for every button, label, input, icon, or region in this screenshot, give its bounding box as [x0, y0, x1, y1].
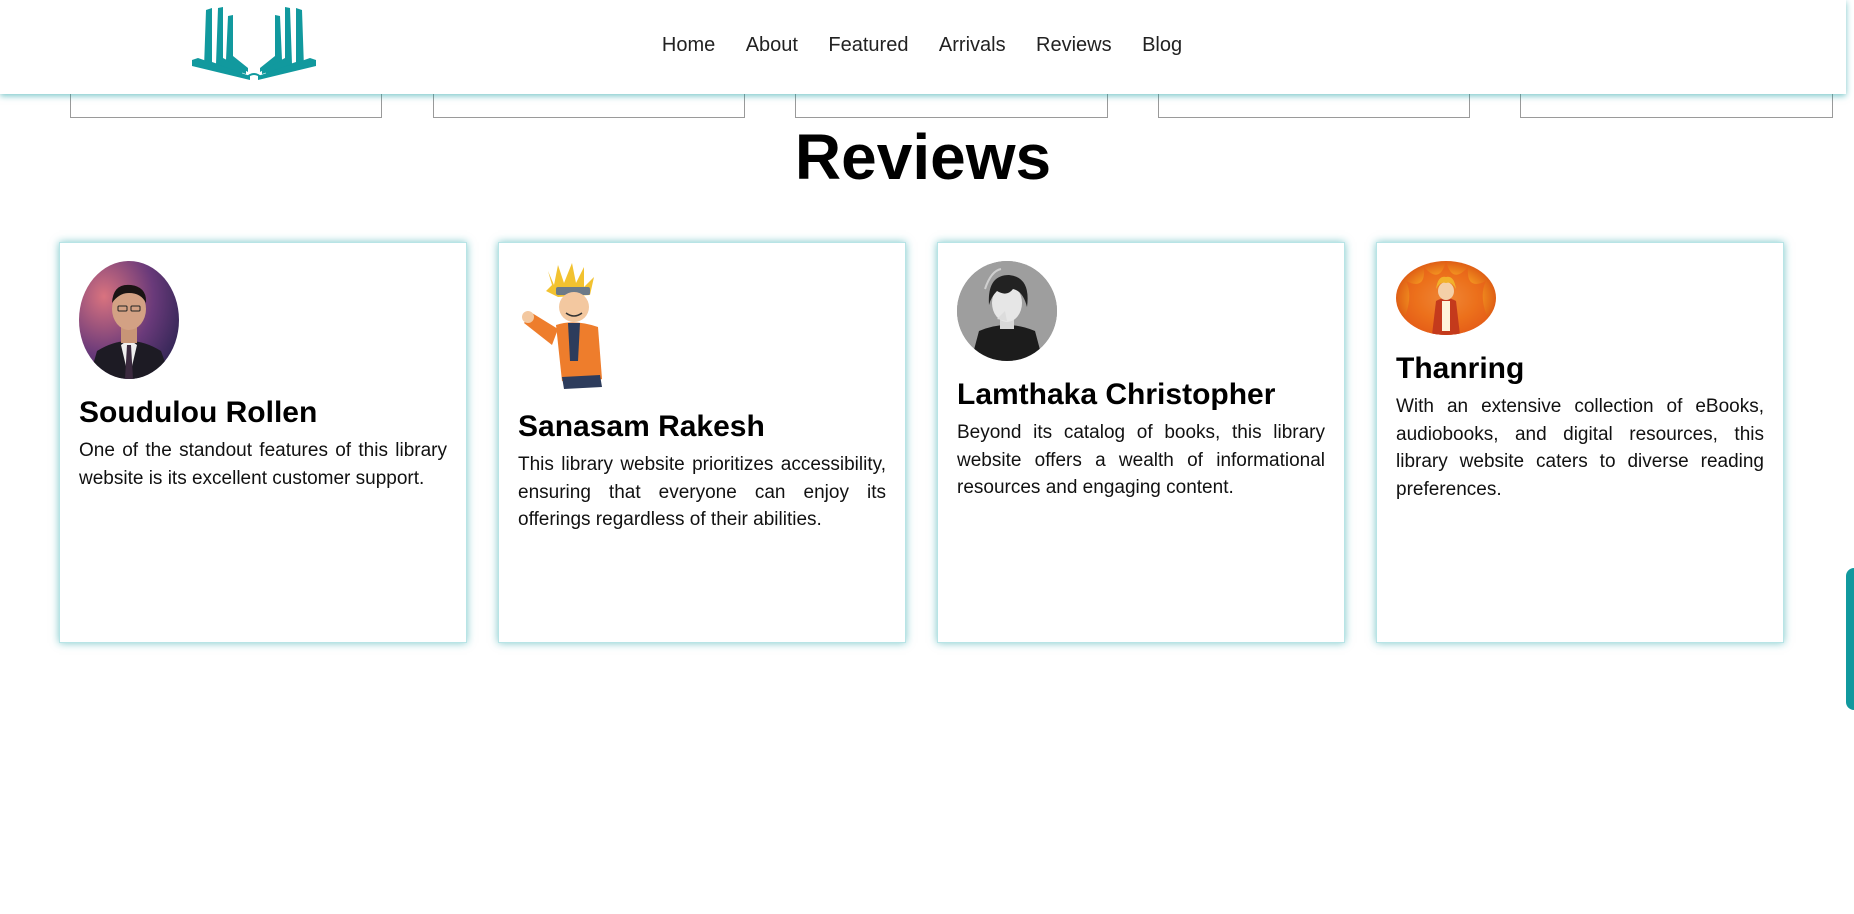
reviewer-name: Sanasam Rakesh — [518, 410, 765, 443]
nav-blog[interactable]: Blog — [1142, 32, 1182, 58]
reviewer-name: Thanring — [1396, 352, 1525, 385]
review-text: This library website prioritizes accessi… — [518, 454, 886, 530]
scrollbar-thumb[interactable] — [1846, 568, 1854, 710]
review-card: Sanasam Rakesh This library website prio… — [498, 242, 906, 643]
review-card: Lamthaka Christopher Beyond its catalog … — [937, 242, 1345, 643]
review-text: Beyond its catalog of books, this librar… — [957, 422, 1325, 498]
nav-about[interactable]: About — [746, 32, 798, 58]
reviewer-name: Soudulou Rollen — [79, 396, 318, 429]
naruto-avatar — [518, 261, 618, 393]
main-nav: Home About Featured Arrivals Reviews Blo… — [0, 32, 1845, 58]
reviewer-name: Lamthaka Christopher — [957, 378, 1276, 411]
site-header: Home About Featured Arrivals Reviews Blo… — [0, 0, 1846, 94]
review-card: Soudulou Rollen One of the standout feat… — [59, 242, 467, 643]
page: Home About Featured Arrivals Reviews Blo… — [0, 0, 1854, 914]
fire-character-avatar — [1396, 261, 1496, 335]
nav-home[interactable]: Home — [662, 32, 715, 58]
section-title: Reviews — [794, 121, 1052, 193]
review-card: Thanring With an extensive collection of… — [1376, 242, 1784, 643]
anime-boy-avatar — [957, 261, 1057, 361]
review-text: One of the standout features of this lib… — [79, 440, 447, 489]
reviews-list: Soudulou Rollen One of the standout feat… — [0, 242, 1846, 644]
nav-featured[interactable]: Featured — [828, 32, 908, 58]
nav-arrivals[interactable]: Arrivals — [939, 32, 1006, 58]
man-in-suit-avatar — [79, 261, 179, 379]
nav-reviews[interactable]: Reviews — [1036, 32, 1112, 58]
review-text: With an extensive collection of eBooks, … — [1396, 396, 1764, 500]
